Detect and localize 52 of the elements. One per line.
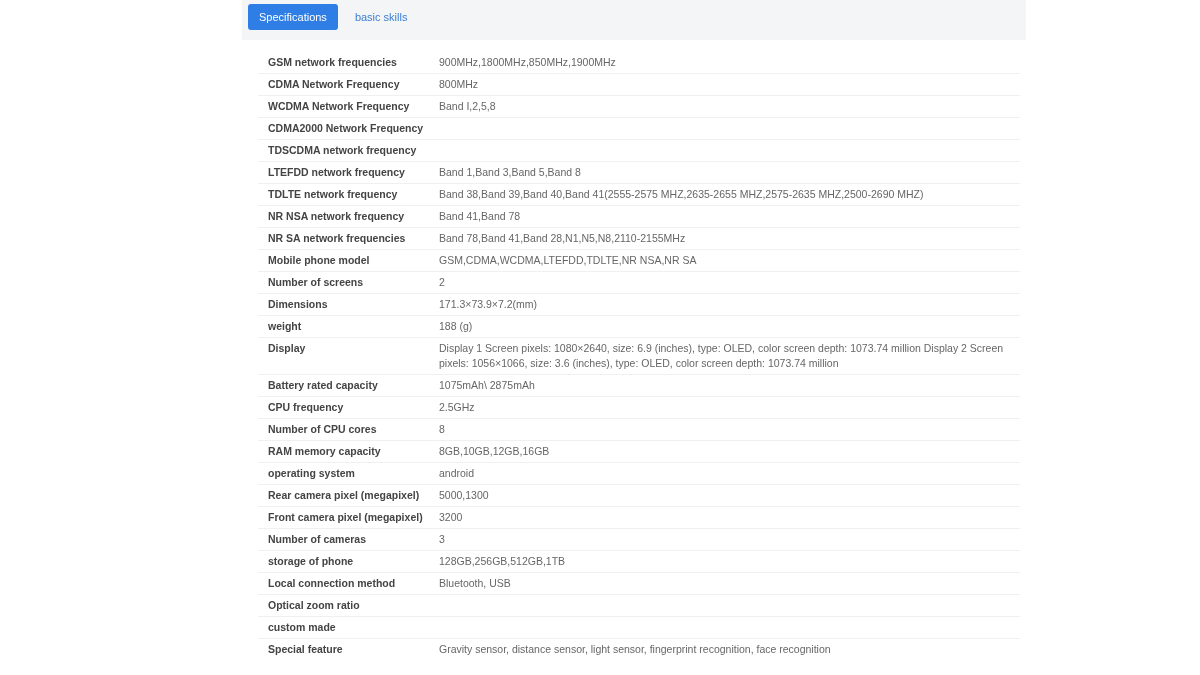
spec-value: 800MHz — [439, 77, 480, 92]
spec-label: GSM network frequencies — [268, 55, 398, 70]
spec-label: weight — [268, 319, 303, 334]
spec-value: 1075mAh\ 2875mAh — [439, 378, 536, 393]
spec-value: Band 38,Band 39,Band 40,Band 41(2555-2575 MHZ,2635-2655 MHZ,2575-2635 MHZ,2500-2690 MHZ) — [439, 187, 925, 202]
spec-label: NR NSA network frequency — [268, 209, 406, 224]
spec-label: RAM memory capacity — [268, 444, 382, 459]
spec-label: TDLTE network frequency — [268, 187, 399, 202]
spec-value: GSM,CDMA,WCDMA,LTEFDD,TDLTE,NR NSA,NR SA — [439, 253, 698, 268]
spec-value: Band 78,Band 41,Band 28,N1,N5,N8,2110-2155MHz — [439, 231, 687, 246]
spec-label: Rear camera pixel (megapixel) — [268, 488, 421, 503]
spec-value: 8 — [439, 422, 446, 437]
spec-label: Dimensions — [268, 297, 329, 312]
spec-label: Battery rated capacity — [268, 378, 379, 393]
spec-label: Front camera pixel (megapixel) — [268, 510, 424, 525]
spec-label: Local connection method — [268, 576, 397, 591]
spec-value: 2.5GHz — [439, 400, 476, 415]
spec-value: Bluetooth, USB — [439, 576, 512, 591]
spec-value: 900MHz,1800MHz,850MHz,1900MHz — [439, 55, 617, 70]
spec-label: custom made — [268, 620, 337, 635]
spec-value: 128GB,256GB,512GB,1TB — [439, 554, 567, 569]
spec-label: NR SA network frequencies — [268, 231, 407, 246]
spec-value: 8GB,10GB,12GB,16GB — [439, 444, 551, 459]
spec-value: Band I,2,5,8 — [439, 99, 497, 114]
spec-label: Number of screens — [268, 275, 365, 290]
spec-label: Optical zoom ratio — [268, 598, 361, 613]
spec-value: Gravity sensor, distance sensor, light sensor, fingerprint recognition, face recognition — [439, 642, 832, 657]
spec-label: Number of cameras — [268, 532, 368, 547]
spec-label: Number of CPU cores — [268, 422, 378, 437]
spec-value: 2 — [439, 275, 446, 290]
spec-label: Special feature — [268, 642, 344, 657]
spec-label: LTEFDD network frequency — [268, 165, 406, 180]
tab[interactable]: Specifications — [248, 4, 338, 30]
spec-label: CPU frequency — [268, 400, 345, 415]
spec-value: android — [439, 466, 476, 481]
spec-value: 188 (g) — [439, 319, 474, 334]
spec-value: 3 — [439, 532, 446, 547]
spec-label: Mobile phone model — [268, 253, 371, 268]
spec-label: CDMA2000 Network Frequency — [268, 121, 425, 136]
spec-label: operating system — [268, 466, 356, 481]
tab[interactable]: basic skills — [343, 4, 419, 30]
spec-value: Band 1,Band 3,Band 5,Band 8 — [439, 165, 582, 180]
spec-label: WCDMA Network Frequency — [268, 99, 411, 114]
spec-value: Band 41,Band 78 — [439, 209, 522, 224]
spec-value: 3200 — [439, 510, 464, 525]
spec-label: CDMA Network Frequency — [268, 77, 401, 92]
spec-value: 5000,1300 — [439, 488, 490, 503]
spec-label: TDSCDMA network frequency — [268, 143, 418, 158]
spec-label: Display — [268, 341, 307, 356]
spec-value: 171.3×73.9×7.2(mm) — [439, 297, 539, 312]
spec-value: Display 1 Screen pixels: 1080×2640, size: 6.9 (inches), type: OLED, color screen depth: 1073.74 million Display 2 Screen pixels: 1056×1066, size: 3.6 (inches), type: OLED, color screen depth: 1073.74 million — [439, 341, 1005, 371]
spec-label: storage of phone — [268, 554, 355, 569]
